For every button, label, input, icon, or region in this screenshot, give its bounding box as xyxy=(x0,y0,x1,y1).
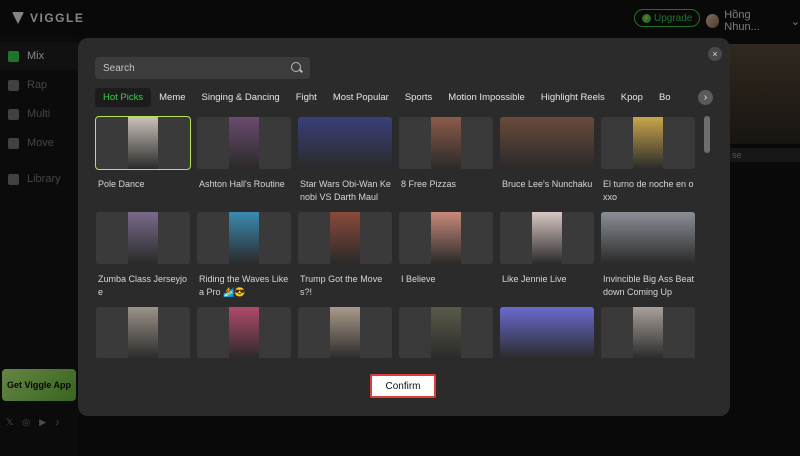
template-card[interactable]: Trump Got the Moves?! xyxy=(298,212,392,299)
template-thumbnail[interactable] xyxy=(298,212,392,264)
template-card[interactable]: I Believe xyxy=(399,212,493,286)
template-preview-image xyxy=(601,212,695,264)
template-preview-image xyxy=(500,117,594,169)
template-card[interactable]: Like Jennie Live xyxy=(500,212,594,286)
search-icon[interactable] xyxy=(291,62,301,72)
template-grid: Pole Dance Ashton Hall's Routine Star Wars… xyxy=(95,116,695,358)
tab-hot-picks[interactable]: Hot Picks xyxy=(95,88,152,107)
template-title: El turno de noche en oxxo xyxy=(603,179,694,202)
template-thumbnail[interactable] xyxy=(500,212,594,264)
category-tabs: Hot Picks Meme Singing & Dancing Fight Most … xyxy=(95,88,705,107)
template-card[interactable]: Invincible Big Ass Beatdown Coming Up xyxy=(601,212,695,299)
scrollbar[interactable] xyxy=(704,116,710,153)
template-thumbnail[interactable] xyxy=(399,117,493,169)
tab-motion-impossible[interactable]: Motion Impossible xyxy=(440,88,533,107)
template-thumbnail[interactable] xyxy=(298,117,392,169)
template-title: Pole Dance xyxy=(98,179,145,189)
template-preview-image xyxy=(330,212,360,264)
template-preview-image xyxy=(330,307,360,358)
template-card[interactable]: Zumba Class Jerseyjoe xyxy=(96,212,190,299)
search-input[interactable] xyxy=(95,57,310,79)
template-preview-image xyxy=(633,307,663,358)
template-thumbnail[interactable] xyxy=(500,307,594,358)
template-thumbnail[interactable] xyxy=(197,212,291,264)
template-card[interactable]: El turno de noche en oxxo xyxy=(601,117,695,204)
template-thumbnail[interactable] xyxy=(96,212,190,264)
template-card[interactable]: Star Wars Obi-Wan Kenobi VS Darth Maul xyxy=(298,117,392,204)
tab-highlight-reels[interactable]: Highlight Reels xyxy=(533,88,613,107)
template-preview-image xyxy=(229,307,259,358)
template-preview-image xyxy=(298,117,392,169)
tab-most-popular[interactable]: Most Popular xyxy=(325,88,397,107)
template-picker-modal: × Hot PicksMemeSinging & DancingFightMos… xyxy=(78,38,730,416)
template-title: 8 Free Pizzas xyxy=(401,179,457,189)
template-preview-image xyxy=(229,117,259,169)
app-window: VIGGLE ⚡ Upgrade Hồng Nhun... ⌄ Mix Rap … xyxy=(0,0,800,456)
template-preview-image xyxy=(431,212,461,264)
template-title: I Believe xyxy=(401,274,436,284)
template-title: Riding the Waves Like a Pro 🏄😎 xyxy=(199,274,289,297)
template-thumbnail[interactable] xyxy=(399,212,493,264)
template-title: Star Wars Obi-Wan Kenobi VS Darth Maul xyxy=(300,179,391,202)
template-thumbnail[interactable] xyxy=(298,307,392,358)
tab-sports[interactable]: Sports xyxy=(397,88,440,107)
template-thumbnail[interactable] xyxy=(96,307,190,358)
template-card[interactable] xyxy=(399,307,493,358)
template-card[interactable] xyxy=(601,307,695,358)
chevron-right-icon[interactable]: › xyxy=(698,90,713,105)
template-card[interactable] xyxy=(96,307,190,358)
close-icon[interactable]: × xyxy=(708,47,722,61)
template-card[interactable] xyxy=(500,307,594,358)
template-card[interactable]: Bruce Lee's Nunchaku xyxy=(500,117,594,191)
template-preview-image xyxy=(500,307,594,358)
confirm-button[interactable]: Confirm xyxy=(370,374,436,398)
template-card[interactable]: Pole Dance xyxy=(95,116,191,191)
template-card[interactable] xyxy=(298,307,392,358)
template-thumbnail[interactable] xyxy=(601,117,695,169)
template-thumbnail[interactable] xyxy=(95,116,191,170)
template-card[interactable]: Ashton Hall's Routine xyxy=(197,117,291,191)
tab-meme[interactable]: Meme xyxy=(151,88,193,107)
template-card[interactable] xyxy=(197,307,291,358)
template-title: Bruce Lee's Nunchaku xyxy=(502,179,593,189)
template-preview-image xyxy=(532,212,562,264)
template-preview-image xyxy=(128,307,158,358)
template-thumbnail[interactable] xyxy=(601,212,695,264)
template-title: Ashton Hall's Routine xyxy=(199,179,285,189)
tab-kpop[interactable]: Kpop xyxy=(613,88,651,107)
tab-fight[interactable]: Fight xyxy=(288,88,325,107)
template-thumbnail[interactable] xyxy=(197,117,291,169)
template-thumbnail[interactable] xyxy=(601,307,695,358)
template-thumbnail[interactable] xyxy=(197,307,291,358)
template-preview-image xyxy=(229,212,259,264)
template-preview-image xyxy=(633,117,663,169)
template-preview-image xyxy=(431,117,461,169)
template-title: Like Jennie Live xyxy=(502,274,567,284)
template-preview-image xyxy=(128,212,158,264)
template-card[interactable]: Riding the Waves Like a Pro 🏄😎 xyxy=(197,212,291,299)
template-thumbnail[interactable] xyxy=(500,117,594,169)
template-card[interactable]: 8 Free Pizzas xyxy=(399,117,493,191)
template-title: Zumba Class Jerseyjoe xyxy=(98,274,188,297)
template-thumbnail[interactable] xyxy=(399,307,493,358)
tab-singing-dancing[interactable]: Singing & Dancing xyxy=(194,88,288,107)
template-preview-image xyxy=(431,307,461,358)
template-preview-image xyxy=(128,117,158,169)
tab-bo[interactable]: Bo xyxy=(651,88,679,107)
template-title: Invincible Big Ass Beatdown Coming Up xyxy=(603,274,695,297)
template-title: Trump Got the Moves?! xyxy=(300,274,383,297)
